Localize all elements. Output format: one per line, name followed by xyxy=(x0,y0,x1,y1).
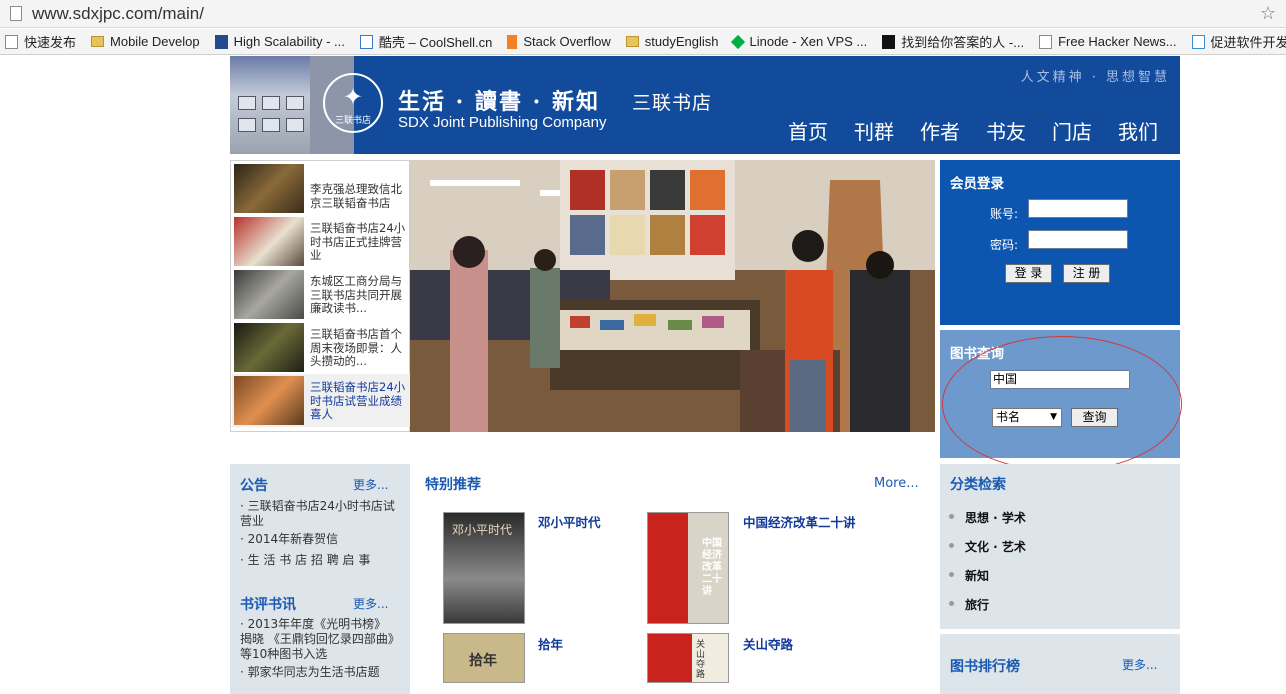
book-review-item[interactable]: · 郭家华同志为生活书店题 xyxy=(240,665,398,680)
register-button[interactable]: 注 册 xyxy=(1063,264,1110,283)
news-thumbnail xyxy=(234,164,304,213)
news-item-active[interactable]: 三联韬奋书店24小时书店试营业成绩喜人 xyxy=(232,374,410,427)
book-cover[interactable]: 拾年 xyxy=(443,633,525,683)
url-text[interactable]: www.sdxjpc.com/main/ xyxy=(32,4,204,24)
brand-name-chinese: 生活 · 讀書 · 新知 xyxy=(398,89,600,115)
news-thumbnail xyxy=(234,217,304,266)
nav-readers[interactable]: 书友 xyxy=(986,116,1026,145)
site-header: ✦ 三联书店 生活 · 讀書 · 新知 三联书店 SDX Joint Publi… xyxy=(230,56,1180,154)
bookmark-item[interactable]: 酷壳 – CoolShell.cn xyxy=(355,32,492,51)
brand-name-english: SDX Joint Publishing Company xyxy=(398,114,607,131)
brand-store-name: 三联书店 xyxy=(632,92,713,114)
category-panel: 分类检索 思想 · 学术 文化 · 艺术 新知 旅行 xyxy=(940,464,1180,629)
coolshell-icon xyxy=(359,34,373,49)
address-bar[interactable]: www.sdxjpc.com/main/ ☆ xyxy=(0,0,1286,28)
ranking-panel: 图书排行榜 更多... xyxy=(940,634,1180,694)
bookmark-item[interactable]: 快速发布 xyxy=(0,32,76,51)
announcement-item[interactable]: · 生 活 书 店 招 聘 启 事 xyxy=(240,553,398,568)
recommend-more-link[interactable]: More... xyxy=(874,476,919,491)
category-item[interactable]: 旅行 xyxy=(948,596,989,613)
news-item[interactable]: 三联韬奋书店首个周末夜场即景：人头攒动的... xyxy=(232,321,410,374)
nav-authors[interactable]: 作者 xyxy=(920,116,960,145)
main-nav: 首页 刊群 作者 书友 门店 我们 xyxy=(762,116,1158,145)
book-cover[interactable]: 中国经济改革二十讲 xyxy=(647,512,729,624)
sdx-logo-seal[interactable]: ✦ 三联书店 xyxy=(323,73,383,133)
announcement-item[interactable]: · 三联韬奋书店24小时书店试营业 xyxy=(240,499,398,529)
category-item[interactable]: 文化 · 艺术 xyxy=(949,538,1026,555)
stackoverflow-icon xyxy=(507,34,518,49)
ranking-more-link[interactable]: 更多... xyxy=(1122,656,1157,673)
category-item[interactable]: 新知 xyxy=(948,567,989,584)
bookmark-item[interactable]: 促进软件开发领域 xyxy=(1187,32,1286,51)
book-reviews-more-link[interactable]: 更多... xyxy=(353,595,388,612)
page-icon xyxy=(1039,34,1053,49)
bookmark-star-icon[interactable]: ☆ xyxy=(1260,3,1276,24)
news-item[interactable]: 三联韬奋书店24小时书店正式挂牌营业 xyxy=(232,215,410,268)
announcement-item[interactable]: · 2014年新春贺信 xyxy=(240,532,398,547)
news-thumbnail xyxy=(234,270,304,319)
page-icon xyxy=(10,6,22,21)
bookmark-item[interactable]: Stack Overflow xyxy=(502,34,611,49)
book-title-link[interactable]: 邓小平时代 xyxy=(538,512,601,531)
bookmark-item[interactable]: studyEnglish xyxy=(621,34,718,49)
hero-bookstore-photo[interactable] xyxy=(410,160,935,432)
hero-illustration xyxy=(410,160,935,432)
account-label: 账号: xyxy=(990,207,1019,221)
zhihu-icon xyxy=(882,34,896,49)
bookmark-item[interactable]: 找到给你答案的人 -... xyxy=(877,32,1024,51)
page-icon xyxy=(5,34,18,49)
folder-icon xyxy=(91,36,105,47)
login-button[interactable]: 登 录 xyxy=(1005,264,1052,283)
recommend-title: 特别推荐 xyxy=(425,477,481,493)
nav-journals[interactable]: 刊群 xyxy=(854,116,894,145)
folder-icon xyxy=(625,36,639,47)
news-item[interactable]: 李克强总理致信北京三联韬奋书店 xyxy=(232,162,410,215)
highscalability-icon xyxy=(214,34,228,49)
bookmark-item[interactable]: Free Hacker News... xyxy=(1034,34,1177,49)
member-login-panel: 会员登录 账号: 密码: 登 录 注 册 xyxy=(940,160,1180,325)
slogan: 人文精神 · 思想智慧 xyxy=(1020,70,1170,85)
left-sidebar: 公告 更多... · 三联韬奋书店24小时书店试营业 · 2014年新春贺信 ·… xyxy=(230,464,410,694)
book-reviews-title: 书评书讯 xyxy=(240,597,296,613)
nav-about[interactable]: 我们 xyxy=(1118,116,1158,145)
login-title: 会员登录 xyxy=(950,176,1004,192)
linode-icon xyxy=(731,34,746,49)
category-item[interactable]: 思想 · 学术 xyxy=(949,509,1026,526)
book-cover[interactable]: 邓小平时代 xyxy=(443,512,525,624)
bookmarks-bar: 快速发布 Mobile Develop High Scalability - .… xyxy=(0,29,1286,55)
news-thumbnail xyxy=(234,323,304,372)
book-review-item[interactable]: · 2013年年度《光明书榜》揭晓 《王鼎钧回忆录四部曲》等10种图书入选 xyxy=(240,617,398,662)
bookmark-item[interactable]: Linode - Xen VPS ... xyxy=(728,34,867,49)
book-title-link[interactable]: 关山夺路 xyxy=(743,634,793,653)
bookmark-item[interactable]: Mobile Develop xyxy=(86,34,200,49)
news-list: 李克强总理致信北京三联韬奋书店 三联韬奋书店24小时书店正式挂牌营业 东城区工商… xyxy=(230,160,410,432)
password-input[interactable] xyxy=(1028,230,1128,249)
book-title-link[interactable]: 中国经济改革二十讲 xyxy=(743,512,856,531)
book-cover[interactable]: 关山夺路 xyxy=(647,633,729,683)
bookmark-item[interactable]: High Scalability - ... xyxy=(210,34,345,49)
nav-home[interactable]: 首页 xyxy=(788,116,828,145)
book-title-link[interactable]: 拾年 xyxy=(538,634,563,653)
announcements-more-link[interactable]: 更多... xyxy=(353,476,388,493)
infoq-icon xyxy=(1191,34,1205,49)
annotation-ellipse xyxy=(942,336,1182,472)
ranking-title: 图书排行榜 xyxy=(950,659,1020,675)
account-input[interactable] xyxy=(1028,199,1128,218)
announcements-title: 公告 xyxy=(240,478,268,494)
nav-stores[interactable]: 门店 xyxy=(1052,116,1092,145)
category-title: 分类检索 xyxy=(950,477,1006,493)
password-label: 密码: xyxy=(990,238,1019,252)
news-item[interactable]: 东城区工商分局与三联书店共同开展廉政读书... xyxy=(232,268,410,321)
logo-figure-icon: ✦ xyxy=(343,83,364,111)
news-thumbnail xyxy=(234,376,304,425)
